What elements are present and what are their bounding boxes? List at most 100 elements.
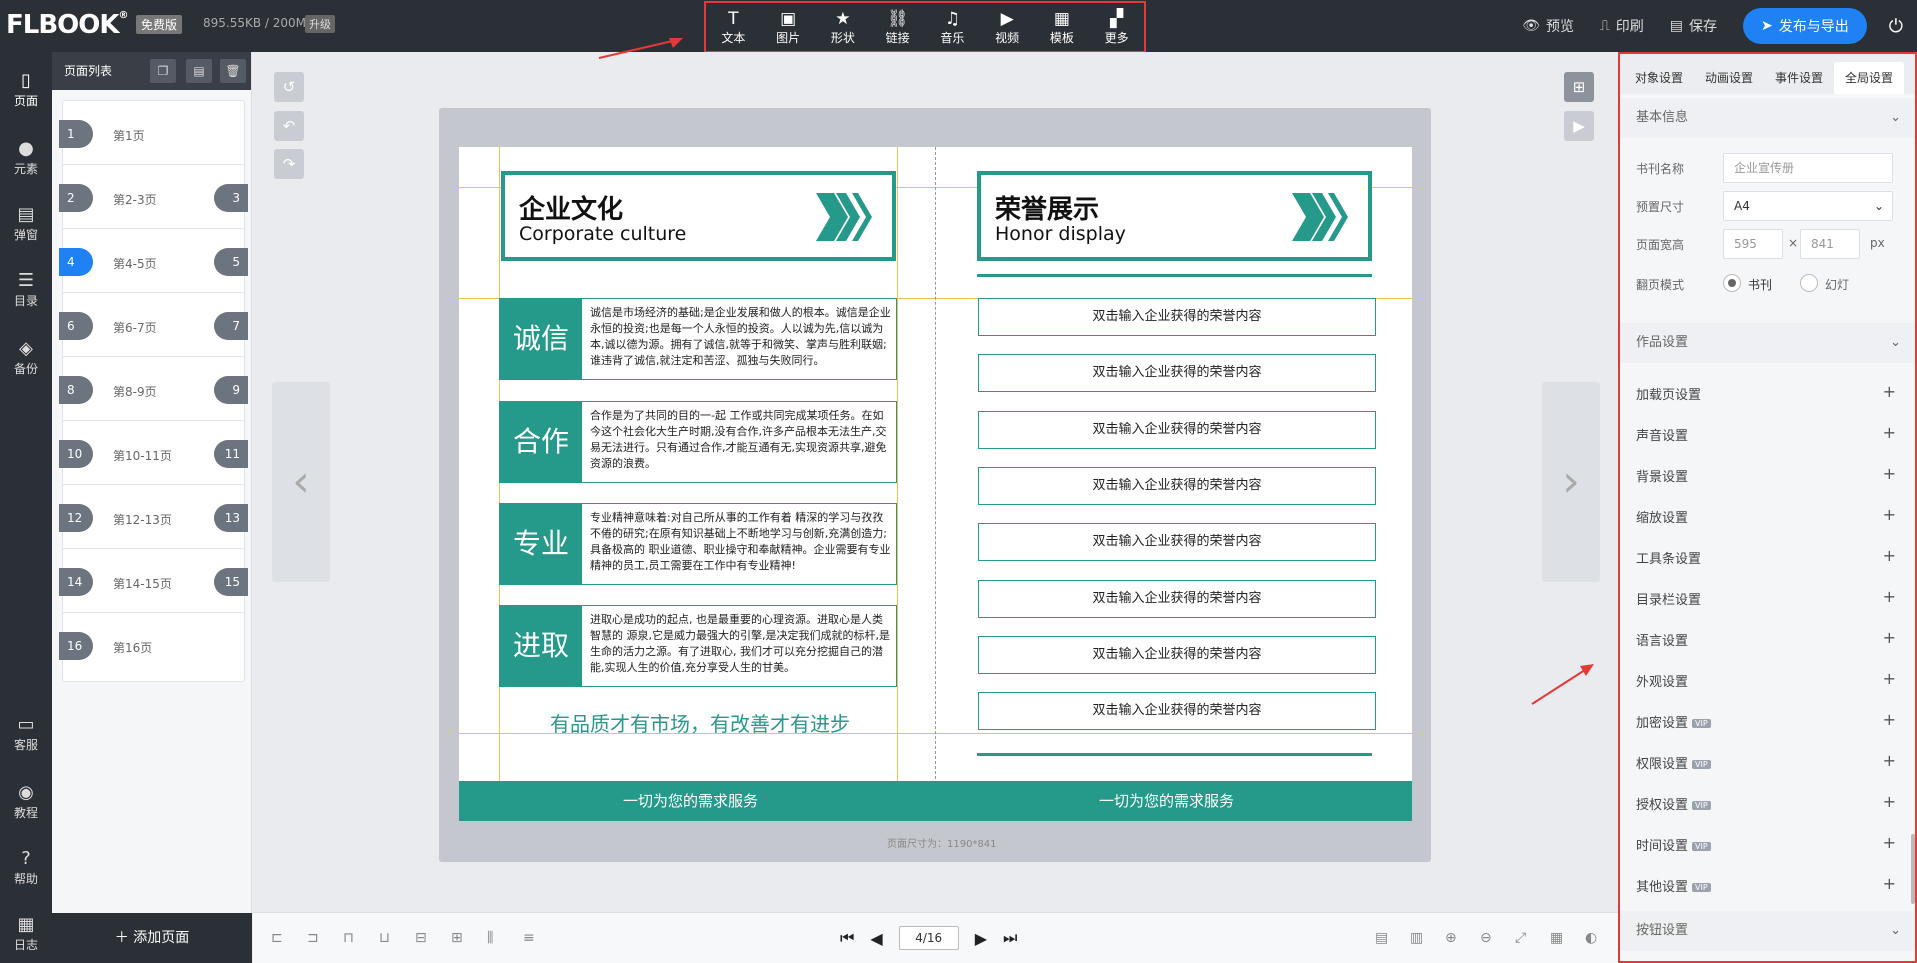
settings-item[interactable]: 工具条设置 + [1636,546,1896,567]
grid-icon[interactable]: ▦ [1550,930,1563,946]
rail-item-log[interactable]: ▦ 日志 [0,914,52,953]
honor-item[interactable]: 双击输入企业获得的荣誉内容 [978,523,1376,562]
honor-item[interactable]: 双击输入企业获得的荣誉内容 [978,635,1376,674]
basic-info-section[interactable]: 基本信息 ⌄ [1620,98,1915,138]
page-width-input[interactable]: 595 [1723,229,1783,259]
save-button[interactable]: ▤ 保存 [1670,16,1717,36]
settings-tab-1[interactable]: 动画设置 [1694,62,1764,94]
page-number-input[interactable]: 4/16 [898,926,959,950]
rail-item-support[interactable]: ▭ 客服 [0,714,52,753]
page-card[interactable]: 10 第10-11页 11 [59,420,248,490]
book-name-input[interactable]: 企业宣传册 [1723,153,1893,183]
button-settings-section[interactable]: 按钮设置 ⌄ [1620,911,1915,951]
honor-item[interactable]: 双击输入企业获得的荣誉内容 [978,298,1376,336]
settings-item[interactable]: 其他设置 VIP + [1636,874,1896,895]
rail-item-help[interactable]: ? 帮助 [0,848,52,887]
settings-item[interactable]: 时间设置 VIP + [1636,833,1896,854]
align-top-icon[interactable]: ⊓ [343,930,354,946]
page-card[interactable]: 12 第12-13页 13 [59,484,248,554]
undo-icon[interactable]: ↶ [274,111,304,141]
distribute-h-icon[interactable]: ⫼ [487,930,493,946]
honor-header[interactable]: 荣誉展示 Honor display [977,171,1372,261]
toolbar-item-0[interactable]: T 文本 [707,9,759,46]
honor-item[interactable]: 双击输入企业获得的荣誉内容 [978,579,1376,618]
theme-icon[interactable]: ◐ [1585,930,1597,946]
toolbar-item-5[interactable]: ▶ 视频 [981,9,1033,46]
add-frame-icon[interactable]: ⊞ [1564,72,1594,102]
honor-item[interactable]: 双击输入企业获得的荣誉内容 [978,354,1376,393]
redo-icon[interactable]: ↷ [274,149,304,179]
first-page-icon[interactable]: ⏮ [840,928,854,948]
toolbar-item-4[interactable]: ♫ 音乐 [926,9,978,46]
rail-item-toc[interactable]: ☰ 目录 [0,270,52,309]
preset-size-select[interactable]: A4 ⌄ [1723,191,1893,221]
toolbar-item-1[interactable]: ▣ 图片 [762,9,814,46]
culture-header[interactable]: 企业文化 Corporate culture [501,171,896,261]
value-box[interactable]: 专业 专业精神意味着:对自己所从事的工作有着 精深的学习与孜孜不倦的研究;在原有知… [499,503,897,585]
history-icon[interactable]: ↺ [274,72,304,102]
settings-item[interactable]: 背景设置 + [1636,464,1896,485]
prev-page-icon[interactable]: ◀ [870,929,882,948]
toolbar-item-6[interactable]: ▦ 模板 [1036,9,1088,46]
value-box[interactable]: 进取 进取心是成功的起点, 也是最重要的心理资源。进取心是人类智慧的 源泉,它是威… [499,605,897,687]
fit-icon[interactable]: ⤢ [1515,930,1526,946]
duplicate-page-icon[interactable]: ▤ [186,59,212,83]
value-box[interactable]: 合作 合作是为了共同的目的一-起 工作或共同完成某项任务。在如今这个社会化大生产时… [499,401,897,483]
prev-page-arrow-icon[interactable]: ‹ [272,382,330,582]
honor-item[interactable]: 双击输入企业获得的荣誉内容 [978,692,1376,731]
page-card[interactable]: 1 第1页 [59,100,245,170]
last-page-icon[interactable]: ⏭ [1003,928,1017,948]
copy-page-icon[interactable]: ❐ [150,59,176,83]
settings-item[interactable]: 缩放设置 + [1636,505,1896,526]
toolbar-item-3[interactable]: ⛓ 链接 [872,9,924,46]
power-icon[interactable]: ⏻ [1889,16,1903,37]
page-footer-bar[interactable]: 一切为您的需求服务 一切为您的需求服务 [459,781,1412,821]
delete-page-icon[interactable]: 🗑 [220,59,246,83]
distribute-v-icon[interactable]: ≡ [523,930,535,946]
page-card[interactable]: 8 第8-9页 9 [59,356,248,426]
rail-item-popup[interactable]: ▤ 弹窗 [0,204,52,243]
page-card[interactable]: 16 第16页 [59,612,245,682]
settings-item[interactable]: 声音设置 + [1636,423,1896,444]
align-bottom-icon[interactable]: ⊔ [379,930,390,946]
zoom-in-icon[interactable]: ⊕ [1445,930,1457,946]
page-card[interactable]: 4 第4-5页 5 [59,228,248,298]
settings-tab-0[interactable]: 对象设置 [1624,62,1694,94]
next-page-arrow-icon[interactable]: › [1542,382,1600,582]
page-height-input[interactable]: 841 [1800,229,1860,259]
page-card[interactable]: 6 第6-7页 7 [59,292,248,362]
rail-item-pages[interactable]: ▯ 页面 [0,70,52,109]
settings-item[interactable]: 外观设置 + [1636,669,1896,690]
align-middle-icon[interactable]: ⊞ [451,930,463,946]
slogan-text[interactable]: 有品质才有市场，有改善才有进步 [500,708,900,737]
settings-item[interactable]: 授权设置 VIP + [1636,792,1896,813]
rail-item-backup[interactable]: ◈ 备份 [0,338,52,377]
settings-item[interactable]: 目录栏设置 + [1636,587,1896,608]
next-page-icon[interactable]: ▶ [975,929,987,948]
page-card[interactable]: 14 第14-15页 15 [59,548,248,618]
settings-item[interactable]: 加载页设置 + [1636,382,1896,403]
toolbar-item-2[interactable]: ★ 形状 [817,9,869,46]
honor-item[interactable]: 双击输入企业获得的荣誉内容 [978,410,1376,449]
upgrade-button[interactable]: 升级 [305,15,335,33]
settings-item[interactable]: 语言设置 + [1636,628,1896,649]
zoom-out-icon[interactable]: ⊖ [1480,930,1492,946]
toolbar-item-7[interactable]: ▞ 更多 [1091,9,1143,46]
flip-slide-radio[interactable] [1800,274,1818,292]
publish-export-button[interactable]: ➤ 发布与导出 [1743,8,1867,44]
align-right-icon[interactable]: ⊐ [307,930,319,946]
align-left-icon[interactable]: ⊏ [271,930,283,946]
preview-button[interactable]: 👁 预览 [1522,16,1574,36]
settings-item[interactable]: 加密设置 VIP + [1636,710,1896,731]
add-page-button[interactable]: ＋ 添加页面 [52,913,252,963]
rail-item-elements[interactable]: ● 元素 [0,138,52,177]
rail-item-tutorial[interactable]: ◉ 教程 [0,782,52,821]
double-page-icon[interactable]: ▥ [1410,930,1423,946]
work-settings-section[interactable]: 作品设置 ⌄ [1620,323,1915,363]
flip-book-radio[interactable] [1723,274,1741,292]
settings-item[interactable]: 权限设置 VIP + [1636,751,1896,772]
play-icon[interactable]: ▶ [1564,111,1594,141]
honor-item[interactable]: 双击输入企业获得的荣誉内容 [978,466,1376,505]
settings-tab-3[interactable]: 全局设置 [1834,62,1904,94]
print-button[interactable]: ⎍ 印刷 [1600,16,1644,36]
